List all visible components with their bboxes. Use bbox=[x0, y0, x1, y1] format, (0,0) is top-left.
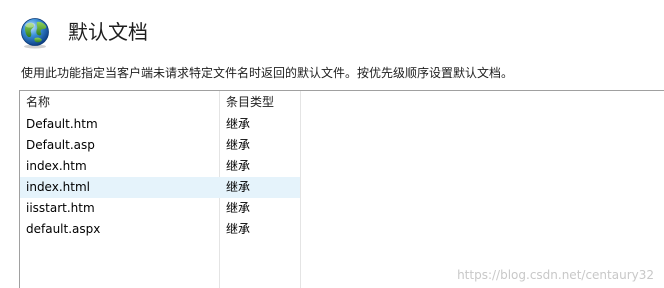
list-item[interactable]: iisstart.htm 继承 bbox=[20, 198, 300, 219]
entry-type: 继承 bbox=[226, 222, 251, 236]
page-description: 使用此功能指定当客户端未请求特定文件名时返回的默认文件。按优先级顺序设置默认文档… bbox=[21, 66, 514, 80]
list-item[interactable]: default.aspx 继承 bbox=[20, 219, 300, 240]
entry-type: 继承 bbox=[226, 201, 251, 215]
document-name: index.html bbox=[26, 180, 90, 194]
entry-type: 继承 bbox=[226, 117, 251, 131]
list-body: Default.htm 继承 Default.asp 继承 index.htm … bbox=[20, 114, 300, 240]
list-item[interactable]: Default.htm 继承 bbox=[20, 114, 300, 135]
default-document-page: 默认文档 使用此功能指定当客户端未请求特定文件名时返回的默认文件。按优先级顺序设… bbox=[0, 0, 664, 288]
document-name: index.htm bbox=[26, 159, 87, 173]
column-divider[interactable] bbox=[300, 91, 301, 288]
entry-type: 继承 bbox=[226, 180, 251, 194]
watermark: https://blog.csdn.net/centaury32 bbox=[457, 268, 654, 282]
document-name: iisstart.htm bbox=[26, 201, 95, 215]
document-name: Default.htm bbox=[26, 117, 98, 131]
list-item[interactable]: index.htm 继承 bbox=[20, 156, 300, 177]
list-item[interactable]: index.html 继承 bbox=[20, 177, 300, 198]
default-documents-list[interactable]: 名称 条目类型 Default.htm 继承 Default.asp 继承 in… bbox=[19, 90, 664, 288]
list-header: 名称 条目类型 bbox=[20, 91, 300, 113]
page-title: 默认文档 bbox=[68, 20, 148, 44]
globe-icon bbox=[21, 18, 49, 49]
entry-type: 继承 bbox=[226, 159, 251, 173]
column-header-entry-type[interactable]: 条目类型 bbox=[226, 94, 274, 110]
list-item[interactable]: Default.asp 继承 bbox=[20, 135, 300, 156]
entry-type: 继承 bbox=[226, 138, 251, 152]
column-header-name[interactable]: 名称 bbox=[26, 94, 50, 110]
document-name: default.aspx bbox=[26, 222, 101, 236]
document-name: Default.asp bbox=[26, 138, 95, 152]
